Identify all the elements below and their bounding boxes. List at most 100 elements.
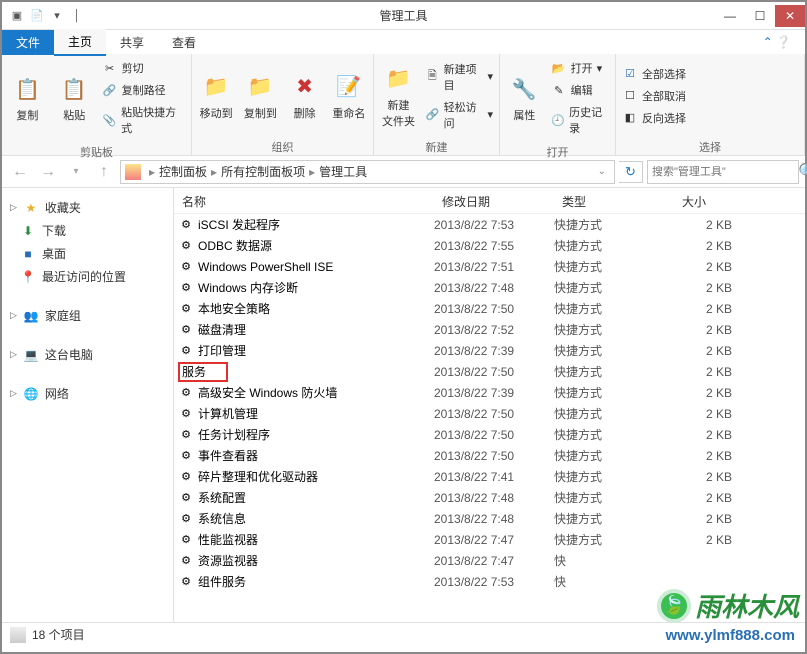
file-row[interactable]: ⚙Windows 内存诊断2013/8/22 7:48快捷方式2 KB bbox=[174, 277, 805, 298]
shortcut-icon: ⚙ bbox=[178, 322, 194, 338]
copyto-button[interactable]: 📁复制到 bbox=[240, 69, 280, 123]
sidebar-homegroup[interactable]: ▷👥家庭组 bbox=[6, 304, 169, 327]
selectnone-icon: ☐ bbox=[622, 88, 638, 104]
shortcut-icon: ⚙ bbox=[178, 238, 194, 254]
col-header-type[interactable]: 类型 bbox=[554, 188, 674, 213]
selectnone-button[interactable]: ☐全部取消 bbox=[620, 86, 688, 106]
file-row[interactable]: 服务2013/8/22 7:50快捷方式2 KB bbox=[174, 361, 805, 382]
shortcut-icon: ⚙ bbox=[178, 490, 194, 506]
shortcut-icon: ⚙ bbox=[178, 427, 194, 443]
crumb-control-panel[interactable]: 控制面板 bbox=[159, 163, 207, 180]
paste-shortcut-button[interactable]: 📎粘贴快捷方式 bbox=[100, 102, 187, 138]
file-row[interactable]: ⚙碎片整理和优化驱动器2013/8/22 7:41快捷方式2 KB bbox=[174, 466, 805, 487]
newfolder-icon: 📁 bbox=[383, 63, 415, 95]
moveto-icon: 📁 bbox=[200, 71, 232, 103]
col-header-size[interactable]: 大小 bbox=[674, 188, 805, 213]
up-button[interactable]: ↑ bbox=[92, 160, 116, 184]
rename-button[interactable]: 📝重命名 bbox=[329, 69, 369, 123]
copy-path-button[interactable]: 🔗复制路径 bbox=[100, 80, 187, 100]
file-row[interactable]: ⚙计算机管理2013/8/22 7:50快捷方式2 KB bbox=[174, 403, 805, 424]
shortcut-icon: ⚙ bbox=[178, 343, 194, 359]
search-icon[interactable]: 🔍 bbox=[798, 162, 807, 182]
properties-button[interactable]: 🔧属性 bbox=[504, 71, 545, 125]
invert-button[interactable]: ◧反向选择 bbox=[620, 108, 688, 128]
sidebar-network[interactable]: ▷🌐网络 bbox=[6, 382, 169, 405]
recent-dropdown[interactable]: ▾ bbox=[64, 160, 88, 184]
history-button[interactable]: 🕘历史记录 bbox=[549, 102, 611, 138]
file-row[interactable]: ⚙任务计划程序2013/8/22 7:50快捷方式2 KB bbox=[174, 424, 805, 445]
file-row[interactable]: ⚙打印管理2013/8/22 7:39快捷方式2 KB bbox=[174, 340, 805, 361]
file-row[interactable]: ⚙系统配置2013/8/22 7:48快捷方式2 KB bbox=[174, 487, 805, 508]
crumb-all-items[interactable]: 所有控制面板项 bbox=[221, 163, 305, 180]
delete-button[interactable]: ✖删除 bbox=[285, 69, 325, 123]
sidebar-favorites[interactable]: ▷★收藏夹 bbox=[6, 196, 169, 219]
easyaccess-icon: 🔗 bbox=[425, 107, 440, 123]
search-input[interactable] bbox=[648, 166, 798, 178]
file-row[interactable]: ⚙系统信息2013/8/22 7:48快捷方式2 KB bbox=[174, 508, 805, 529]
crumb-admin-tools[interactable]: 管理工具 bbox=[319, 163, 367, 180]
file-row[interactable]: ⚙磁盘清理2013/8/22 7:52快捷方式2 KB bbox=[174, 319, 805, 340]
file-row[interactable]: ⚙本地安全策略2013/8/22 7:50快捷方式2 KB bbox=[174, 298, 805, 319]
status-icon bbox=[10, 627, 26, 643]
forward-button[interactable]: → bbox=[36, 160, 60, 184]
newitem-icon: 🗎 bbox=[425, 69, 440, 85]
shortcut-icon: ⚙ bbox=[178, 532, 194, 548]
easyaccess-button[interactable]: 🔗轻松访问 ▾ bbox=[423, 97, 495, 133]
computer-icon: 💻 bbox=[23, 347, 39, 363]
open-button[interactable]: 📂打开 ▾ bbox=[549, 58, 611, 78]
selectall-button[interactable]: ☑全部选择 bbox=[620, 64, 688, 84]
copy-button[interactable]: 📋复制 bbox=[6, 71, 49, 125]
paste-button[interactable]: 📋粘贴 bbox=[53, 71, 96, 125]
search-box[interactable]: 🔍 bbox=[647, 160, 799, 184]
tab-view[interactable]: 查看 bbox=[158, 30, 210, 55]
file-row[interactable]: ⚙Windows PowerShell ISE2013/8/22 7:51快捷方… bbox=[174, 256, 805, 277]
file-row[interactable]: ⚙性能监视器2013/8/22 7:47快捷方式2 KB bbox=[174, 529, 805, 550]
group-clipboard-label: 剪贴板 bbox=[2, 142, 191, 160]
qat-sep: │ bbox=[68, 7, 86, 25]
watermark-url: www.ylmf888.com bbox=[666, 627, 800, 644]
recent-icon: 📍 bbox=[20, 269, 36, 285]
refresh-button[interactable]: ↻ bbox=[619, 161, 643, 183]
sidebar-downloads[interactable]: ⬇下载 bbox=[6, 219, 169, 242]
qat-explorer-icon[interactable]: 📄 bbox=[28, 7, 46, 25]
breadcrumb-dropdown[interactable]: ⌄ bbox=[594, 166, 610, 177]
open-icon: 📂 bbox=[551, 60, 567, 76]
file-row[interactable]: ⚙高级安全 Windows 防火墙2013/8/22 7:39快捷方式2 KB bbox=[174, 382, 805, 403]
shortcut-icon: ⚙ bbox=[178, 511, 194, 527]
sidebar-thispc[interactable]: ▷💻这台电脑 bbox=[6, 343, 169, 366]
status-item-count: 18 个项目 bbox=[32, 626, 85, 643]
file-row[interactable]: ⚙事件查看器2013/8/22 7:50快捷方式2 KB bbox=[174, 445, 805, 466]
qat-overflow-icon[interactable]: ▾ bbox=[48, 7, 66, 25]
moveto-button[interactable]: 📁移动到 bbox=[196, 69, 236, 123]
minimize-button[interactable]: — bbox=[715, 5, 745, 27]
sidebar-recent[interactable]: 📍最近访问的位置 bbox=[6, 265, 169, 288]
maximize-button[interactable]: ☐ bbox=[745, 5, 775, 27]
file-list[interactable]: ⚙iSCSI 发起程序2013/8/22 7:53快捷方式2 KB⚙ODBC 数… bbox=[174, 214, 805, 622]
edit-button[interactable]: ✎编辑 bbox=[549, 80, 611, 100]
tab-share[interactable]: 共享 bbox=[106, 30, 158, 55]
tab-file[interactable]: 文件 bbox=[2, 30, 54, 55]
folder-icon bbox=[125, 164, 141, 180]
file-row[interactable]: ⚙iSCSI 发起程序2013/8/22 7:53快捷方式2 KB bbox=[174, 214, 805, 235]
back-button[interactable]: ← bbox=[8, 160, 32, 184]
ribbon-help-button[interactable]: ⌃ ❔ bbox=[749, 31, 805, 53]
star-icon: ★ bbox=[23, 200, 39, 216]
tab-home[interactable]: 主页 bbox=[54, 29, 106, 56]
col-header-name[interactable]: 名称 bbox=[174, 188, 434, 213]
close-button[interactable]: ✕ bbox=[775, 5, 805, 27]
column-headers: 名称 修改日期 类型 大小 bbox=[174, 188, 805, 214]
navigation-pane: ▷★收藏夹 ⬇下载 ■桌面 📍最近访问的位置 ▷👥家庭组 ▷💻这台电脑 ▷🌐网络 bbox=[2, 188, 174, 622]
sidebar-desktop[interactable]: ■桌面 bbox=[6, 242, 169, 265]
col-header-date[interactable]: 修改日期 bbox=[434, 188, 554, 213]
newfolder-button[interactable]: 📁新建 文件夹 bbox=[378, 61, 419, 131]
qat-props-icon[interactable]: ▣ bbox=[8, 7, 26, 25]
watermark-logo-icon: 🍃 bbox=[657, 589, 691, 623]
breadcrumb[interactable]: ▸ 控制面板 ▸ 所有控制面板项 ▸ 管理工具 ⌄ bbox=[120, 160, 615, 184]
group-select-label: 选择 bbox=[616, 137, 804, 155]
network-icon: 🌐 bbox=[23, 386, 39, 402]
cut-button[interactable]: ✂剪切 bbox=[100, 58, 187, 78]
file-list-area: 名称 修改日期 类型 大小 ⚙iSCSI 发起程序2013/8/22 7:53快… bbox=[174, 188, 805, 622]
file-row[interactable]: ⚙资源监视器2013/8/22 7:47快 bbox=[174, 550, 805, 571]
file-row[interactable]: ⚙ODBC 数据源2013/8/22 7:55快捷方式2 KB bbox=[174, 235, 805, 256]
newitem-button[interactable]: 🗎新建项目 ▾ bbox=[423, 59, 495, 95]
